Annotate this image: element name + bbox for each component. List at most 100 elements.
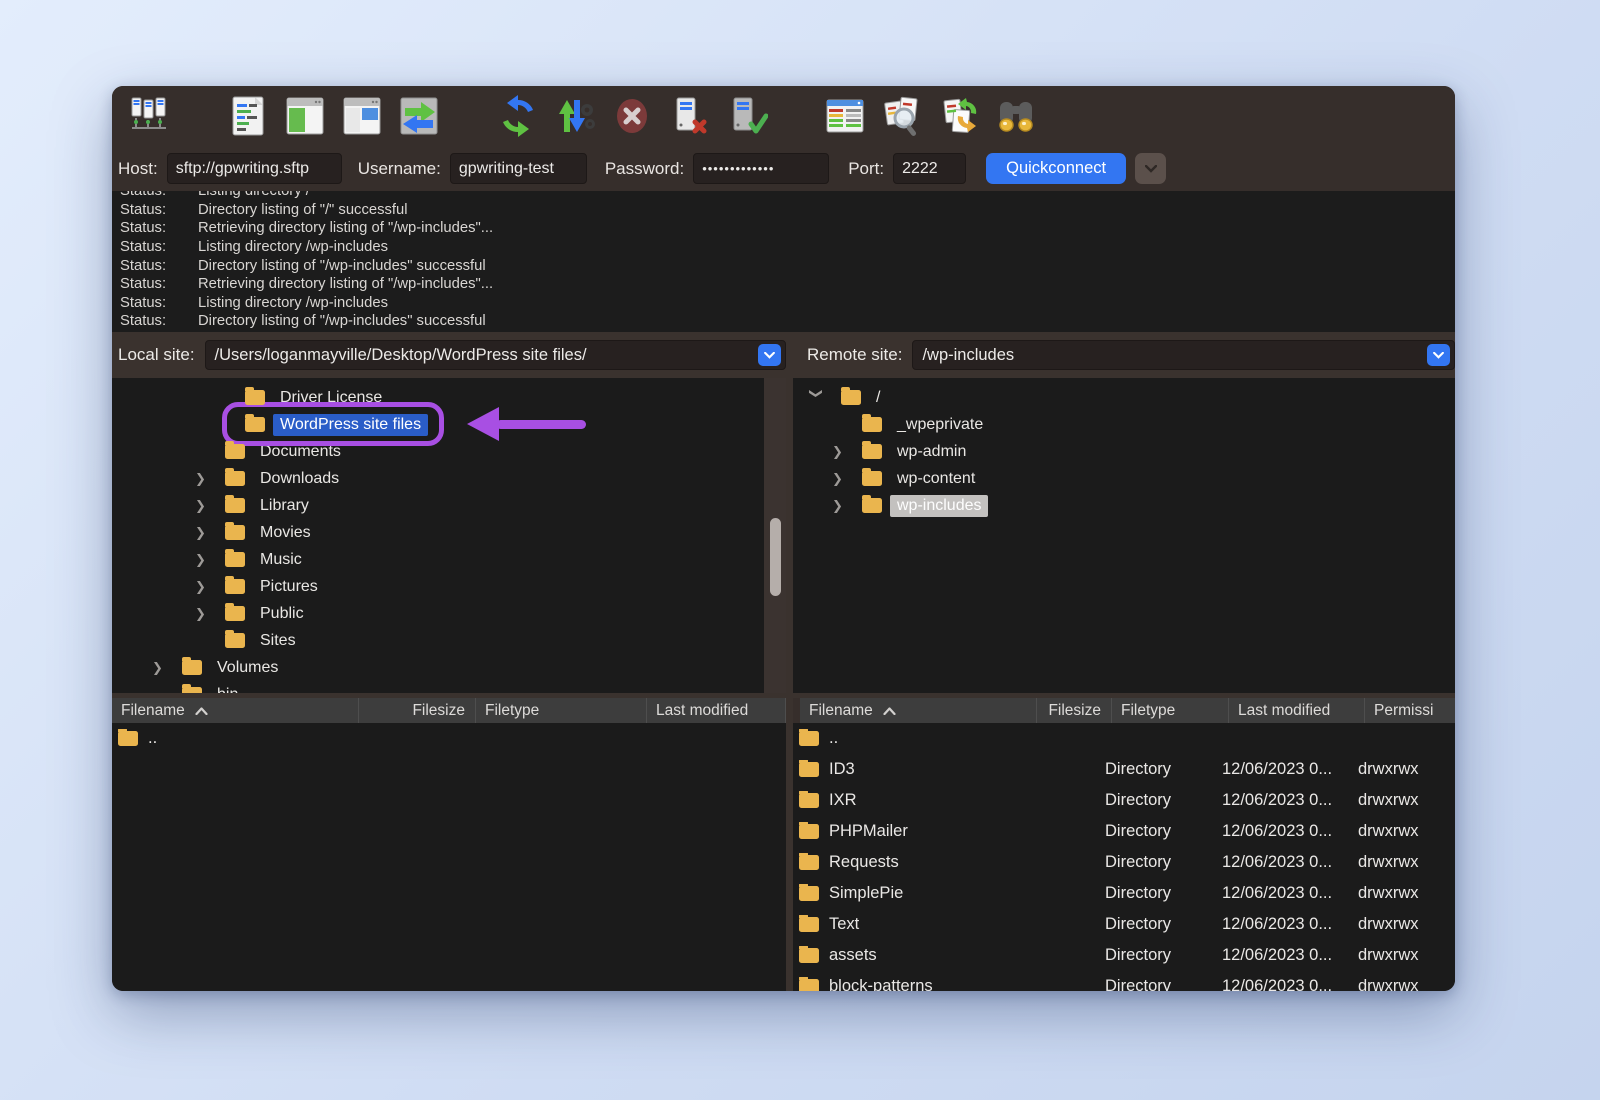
refresh-icon[interactable] <box>495 93 541 139</box>
chevron-collapsed-icon[interactable]: ❯ <box>191 498 225 514</box>
local-site-combo[interactable]: /Users/loganmayville/Desktop/WordPress s… <box>205 340 786 370</box>
process-queue-icon[interactable] <box>552 93 598 139</box>
tree-item--[interactable]: ❯/ <box>793 384 1455 411</box>
folder-icon <box>862 444 882 459</box>
quickconnect-dropdown-button[interactable] <box>1135 153 1166 184</box>
tree-item-label: Pictures <box>253 576 325 598</box>
reconnect-icon[interactable] <box>723 93 769 139</box>
file-row-simplepie[interactable]: SimplePieDirectory12/06/2023 0...drwxrwx <box>793 878 1455 909</box>
local-tree-scrollbar-thumb[interactable] <box>770 518 781 596</box>
toggle-remote-tree-icon[interactable] <box>339 93 385 139</box>
column-header-last-modified[interactable]: Last modified <box>1229 698 1365 723</box>
folder-icon <box>225 606 245 621</box>
column-header-filesize[interactable]: Filesize <box>1037 698 1112 723</box>
log-status-label: Status: <box>120 276 198 292</box>
cancel-operation-icon[interactable] <box>609 93 655 139</box>
tree-item-downloads[interactable]: ❯ Downloads <box>112 465 786 492</box>
toggle-local-tree-icon[interactable] <box>282 93 328 139</box>
host-input[interactable]: sftp://gpwriting.sftp <box>167 153 342 184</box>
local-site-dropdown-icon[interactable] <box>758 344 781 366</box>
column-header-filetype[interactable]: Filetype <box>476 698 647 723</box>
username-label: Username: <box>358 159 441 179</box>
chevron-collapsed-icon[interactable]: ❯ <box>191 525 225 541</box>
chevron-expanded-icon[interactable]: ❯ <box>808 388 826 408</box>
column-header-permissi[interactable]: Permissi <box>1365 698 1455 723</box>
folder-icon <box>862 471 882 486</box>
folder-icon <box>225 525 245 540</box>
tree-item-library[interactable]: ❯ Library <box>112 492 786 519</box>
disconnect-icon[interactable] <box>666 93 712 139</box>
tree-item-wp-admin[interactable]: ❯wp-admin <box>793 438 1455 465</box>
port-input[interactable]: 2222 <box>893 153 966 184</box>
cell-perms: drwxrwx <box>1358 853 1455 872</box>
directory-listing-filters-icon[interactable] <box>822 93 868 139</box>
file-row-block-patterns[interactable]: block-patternsDirectory12/06/2023 0...dr… <box>793 971 1455 991</box>
folder-icon <box>225 444 245 459</box>
log-message: Directory listing of "/wp-includes" succ… <box>198 258 486 274</box>
tree-item-public[interactable]: ❯Public <box>112 600 786 627</box>
chevron-collapsed-icon[interactable]: ❯ <box>191 606 225 622</box>
tree-item-pictures[interactable]: ❯ Pictures <box>112 573 786 600</box>
file-row-text[interactable]: TextDirectory12/06/2023 0...drwxrwx <box>793 909 1455 940</box>
toggle-transfer-queue-icon[interactable] <box>396 93 442 139</box>
toggle-log-view-icon[interactable] <box>225 93 271 139</box>
tree-item-wp-content[interactable]: ❯ wp-content <box>793 465 1455 492</box>
synchronized-browsing-icon[interactable] <box>936 93 982 139</box>
tree-item--wpeprivate[interactable]: ❯_wpeprivate <box>793 411 1455 438</box>
chevron-collapsed-icon[interactable]: ❯ <box>191 471 225 487</box>
local-tree-scrollbar[interactable] <box>764 378 786 693</box>
log-message: Directory listing of "/wp-includes" succ… <box>198 313 486 329</box>
column-header-last-modified[interactable]: Last modified <box>647 698 786 723</box>
site-manager-icon[interactable] <box>126 93 172 139</box>
tree-item-documents[interactable]: ❯Documents <box>112 438 786 465</box>
file-row--[interactable]: .. <box>112 723 786 754</box>
remote-site-dropdown-icon[interactable] <box>1427 344 1450 366</box>
tree-item-music[interactable]: ❯Music <box>112 546 786 573</box>
log-status-label: Status: <box>120 239 198 255</box>
cell-modified: 12/06/2023 0... <box>1222 760 1358 779</box>
log-status-label: Status: <box>120 258 198 274</box>
tree-item-sites[interactable]: ❯Sites <box>112 627 786 654</box>
column-header-filename[interactable]: Filename <box>112 698 359 723</box>
remote-site-combo[interactable]: /wp-includes <box>912 340 1455 370</box>
tree-item-wordpress-site-files[interactable]: ❯WordPress site files <box>112 411 786 438</box>
chevron-collapsed-icon[interactable]: ❯ <box>828 498 862 514</box>
chevron-collapsed-icon[interactable]: ❯ <box>191 579 225 595</box>
tree-item-driver-license[interactable]: ❯Driver License <box>112 384 786 411</box>
tree-item-volumes[interactable]: ❯Volumes <box>112 654 786 681</box>
message-log[interactable]: Status:Listing directory /Status:Directo… <box>112 191 1455 332</box>
directory-trees: ❯Driver License❯WordPress site files❯Doc… <box>112 378 1455 693</box>
password-input[interactable]: ••••••••••••• <box>693 153 829 184</box>
chevron-collapsed-icon[interactable]: ❯ <box>148 660 182 676</box>
chevron-collapsed-icon[interactable]: ❯ <box>828 444 862 460</box>
log-line: Status:Directory listing of "/wp-include… <box>120 256 1455 275</box>
tree-item-bin[interactable]: ❯bin <box>112 681 786 693</box>
file-row--[interactable]: .. <box>793 723 1455 754</box>
chevron-collapsed-icon[interactable]: ❯ <box>191 552 225 568</box>
directory-comparison-icon[interactable] <box>993 93 1039 139</box>
tree-item-label: bin <box>210 684 245 694</box>
tree-item-label: wp-content <box>890 468 982 490</box>
file-row-assets[interactable]: assetsDirectory12/06/2023 0...drwxrwx <box>793 940 1455 971</box>
file-search-icon[interactable] <box>879 93 925 139</box>
tree-item-label: _wpeprivate <box>890 414 990 436</box>
tree-item-wp-includes[interactable]: ❯wp-includes <box>793 492 1455 519</box>
chevron-collapsed-icon[interactable]: ❯ <box>828 471 862 487</box>
remote-site-path: /wp-includes <box>913 346 1427 365</box>
tree-item-movies[interactable]: ❯Movies <box>112 519 786 546</box>
quickconnect-button[interactable]: Quickconnect <box>986 153 1126 184</box>
cell-perms: drwxrwx <box>1358 977 1455 991</box>
cell-type: Directory <box>1105 915 1222 934</box>
file-row-id3[interactable]: ID3Directory12/06/2023 0...drwxrwx <box>793 754 1455 785</box>
tree-item-label: Downloads <box>253 468 346 490</box>
tree-item-label: Documents <box>253 441 348 463</box>
column-header-filetype[interactable]: Filetype <box>1112 698 1229 723</box>
file-row-ixr[interactable]: IXRDirectory12/06/2023 0...drwxrwx <box>793 785 1455 816</box>
column-header-filesize[interactable]: Filesize <box>359 698 476 723</box>
column-header-filename[interactable]: Filename <box>800 698 1037 723</box>
tree-item-label: Library <box>253 495 316 517</box>
cell-name: .. <box>793 729 1030 748</box>
username-input[interactable]: gpwriting-test <box>450 153 587 184</box>
file-row-phpmailer[interactable]: PHPMailerDirectory12/06/2023 0...drwxrwx <box>793 816 1455 847</box>
file-row-requests[interactable]: RequestsDirectory12/06/2023 0...drwxrwx <box>793 847 1455 878</box>
